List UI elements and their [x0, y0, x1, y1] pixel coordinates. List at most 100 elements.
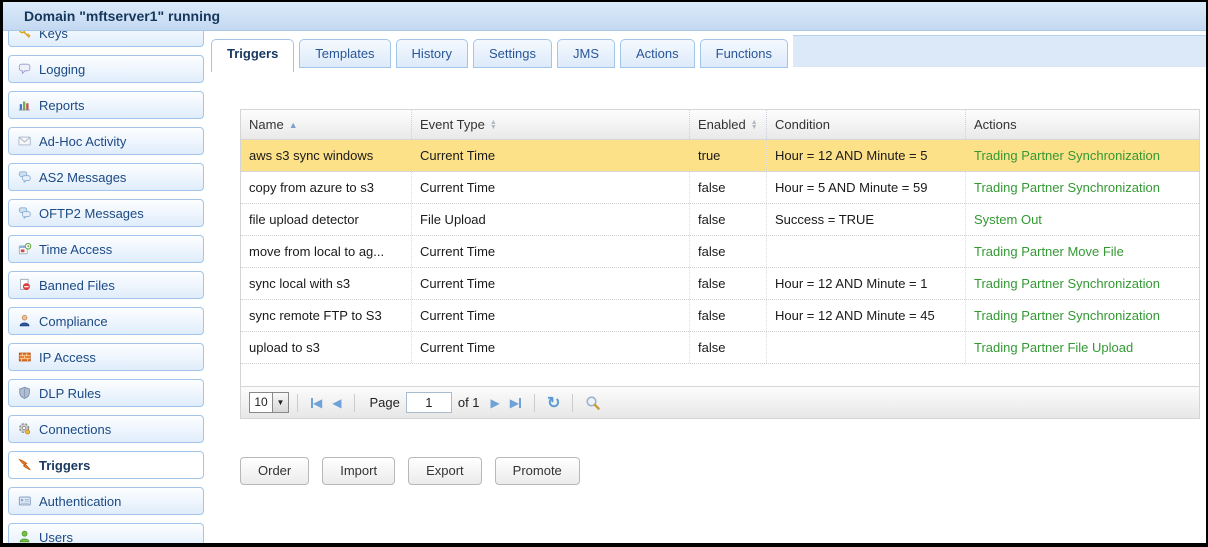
- sidebar-item-as2-messages[interactable]: AS2 Messages: [8, 163, 204, 191]
- id-card-icon: [18, 494, 32, 508]
- banned-file-icon: [18, 278, 32, 292]
- sidebar-item-compliance[interactable]: Compliance: [8, 307, 204, 335]
- column-header-event-type[interactable]: Event Type ▲▼: [412, 110, 690, 139]
- refresh-icon: ↻: [547, 395, 560, 412]
- sidebar-item-ip-access[interactable]: IP Access: [8, 343, 204, 371]
- import-button[interactable]: Import: [322, 457, 395, 485]
- sidebar-item-label: Logging: [39, 62, 85, 77]
- tab-jms[interactable]: JMS: [557, 39, 615, 68]
- tab-strip-filler: [793, 35, 1206, 67]
- cell-event-type: Current Time: [412, 140, 690, 171]
- table-row[interactable]: file upload detector File Upload false S…: [241, 204, 1199, 236]
- separator: [297, 394, 298, 412]
- cell-event-type: Current Time: [412, 172, 690, 203]
- sidebar-item-label: Ad-Hoc Activity: [39, 134, 126, 149]
- sidebar-item-oftp2-messages[interactable]: OFTP2 Messages: [8, 199, 204, 227]
- sidebar-item-label: Keys: [39, 31, 68, 41]
- cell-enabled: false: [690, 172, 767, 203]
- cell-name: move from local to ag...: [241, 236, 412, 267]
- sidebar-item-logging[interactable]: Logging: [8, 55, 204, 83]
- sidebar: Keys Logging Reports Ad-Hoc Activity AS2…: [8, 31, 204, 543]
- cell-enabled: false: [690, 268, 767, 299]
- separator: [354, 394, 355, 412]
- sidebar-item-label: OFTP2 Messages: [39, 206, 144, 221]
- next-page-button[interactable]: ▶: [491, 396, 500, 410]
- sidebar-item-connections[interactable]: Connections: [8, 415, 204, 443]
- table-row[interactable]: move from local to ag... Current Time fa…: [241, 236, 1199, 268]
- first-page-button[interactable]: ◀: [311, 396, 322, 410]
- sidebar-item-banned-files[interactable]: Banned Files: [8, 271, 204, 299]
- cell-name: sync remote FTP to S3: [241, 300, 412, 331]
- cell-event-type: Current Time: [412, 300, 690, 331]
- envelope-icon: [18, 134, 32, 148]
- page-size-select[interactable]: 10 ▼: [249, 392, 289, 413]
- column-header-condition[interactable]: Condition: [767, 110, 966, 139]
- column-header-enabled[interactable]: Enabled ▲▼: [690, 110, 767, 139]
- sidebar-item-dlp-rules[interactable]: DLP Rules: [8, 379, 204, 407]
- last-page-icon: [519, 398, 521, 408]
- key-icon: [18, 31, 32, 40]
- cell-enabled: false: [690, 332, 767, 363]
- cell-enabled: true: [690, 140, 767, 171]
- sidebar-item-keys[interactable]: Keys: [8, 31, 204, 47]
- pager-toolbar: 10 ▼ ◀ ◀ Page of 1 ▶ ▶ ↻: [241, 386, 1199, 418]
- table-row[interactable]: sync remote FTP to S3 Current Time false…: [241, 300, 1199, 332]
- sidebar-item-label: Authentication: [39, 494, 121, 509]
- sidebar-item-label: Users: [39, 530, 73, 544]
- cell-actions: Trading Partner Synchronization: [966, 268, 1199, 299]
- tab-actions[interactable]: Actions: [620, 39, 695, 68]
- column-header-name[interactable]: Name ▲: [241, 110, 412, 139]
- cell-actions: Trading Partner Synchronization: [966, 172, 1199, 203]
- cell-name: sync local with s3: [241, 268, 412, 299]
- sidebar-item-users[interactable]: Users: [8, 523, 204, 543]
- search-button[interactable]: [585, 395, 601, 411]
- tab-history[interactable]: History: [396, 39, 468, 68]
- cell-condition: Success = TRUE: [767, 204, 966, 235]
- prev-page-button[interactable]: ◀: [332, 396, 341, 410]
- sidebar-item-reports[interactable]: Reports: [8, 91, 204, 119]
- cell-event-type: File Upload: [412, 204, 690, 235]
- tab-templates[interactable]: Templates: [299, 39, 390, 68]
- tab-triggers[interactable]: Triggers: [211, 39, 294, 72]
- sort-icon: ▲▼: [751, 120, 758, 130]
- speech-bubble-icon: [18, 62, 32, 76]
- sidebar-item-label: Banned Files: [39, 278, 115, 293]
- sidebar-item-adhoc-activity[interactable]: Ad-Hoc Activity: [8, 127, 204, 155]
- lightning-icon: [18, 458, 32, 472]
- person-icon: [18, 314, 32, 328]
- sidebar-item-triggers[interactable]: Triggers: [8, 451, 204, 479]
- separator: [534, 394, 535, 412]
- export-button[interactable]: Export: [408, 457, 482, 485]
- column-header-actions[interactable]: Actions: [966, 110, 1199, 139]
- tab-settings[interactable]: Settings: [473, 39, 552, 68]
- order-button[interactable]: Order: [240, 457, 309, 485]
- sidebar-item-authentication[interactable]: Authentication: [8, 487, 204, 515]
- cell-condition: [767, 332, 966, 363]
- table-row[interactable]: aws s3 sync windows Current Time true Ho…: [241, 140, 1199, 172]
- sidebar-item-label: DLP Rules: [39, 386, 101, 401]
- sidebar-item-time-access[interactable]: Time Access: [8, 235, 204, 263]
- cell-actions: System Out: [966, 204, 1199, 235]
- table-row[interactable]: upload to s3 Current Time false Trading …: [241, 332, 1199, 364]
- cell-event-type: Current Time: [412, 332, 690, 363]
- shield-icon: [18, 386, 32, 400]
- refresh-button[interactable]: ↻: [547, 393, 560, 413]
- table-row[interactable]: sync local with s3 Current Time false Ho…: [241, 268, 1199, 300]
- page-number-input[interactable]: [406, 392, 452, 413]
- last-page-button[interactable]: ▶: [510, 396, 521, 410]
- table-row[interactable]: copy from azure to s3 Current Time false…: [241, 172, 1199, 204]
- promote-button[interactable]: Promote: [495, 457, 580, 485]
- chat-bubbles-icon: [18, 206, 32, 220]
- table-header-row: Name ▲ Event Type ▲▼ Enabled ▲▼ Conditio…: [241, 110, 1199, 140]
- cell-name: copy from azure to s3: [241, 172, 412, 203]
- cell-actions: Trading Partner Move File: [966, 236, 1199, 267]
- sidebar-item-label: Time Access: [39, 242, 112, 257]
- content-area: Triggers Templates History Settings JMS …: [205, 31, 1206, 543]
- cell-event-type: Current Time: [412, 236, 690, 267]
- cell-enabled: false: [690, 204, 767, 235]
- cell-enabled: false: [690, 236, 767, 267]
- cell-condition: [767, 236, 966, 267]
- user-icon: [18, 530, 32, 543]
- sidebar-item-label: Connections: [39, 422, 111, 437]
- tab-functions[interactable]: Functions: [700, 39, 788, 68]
